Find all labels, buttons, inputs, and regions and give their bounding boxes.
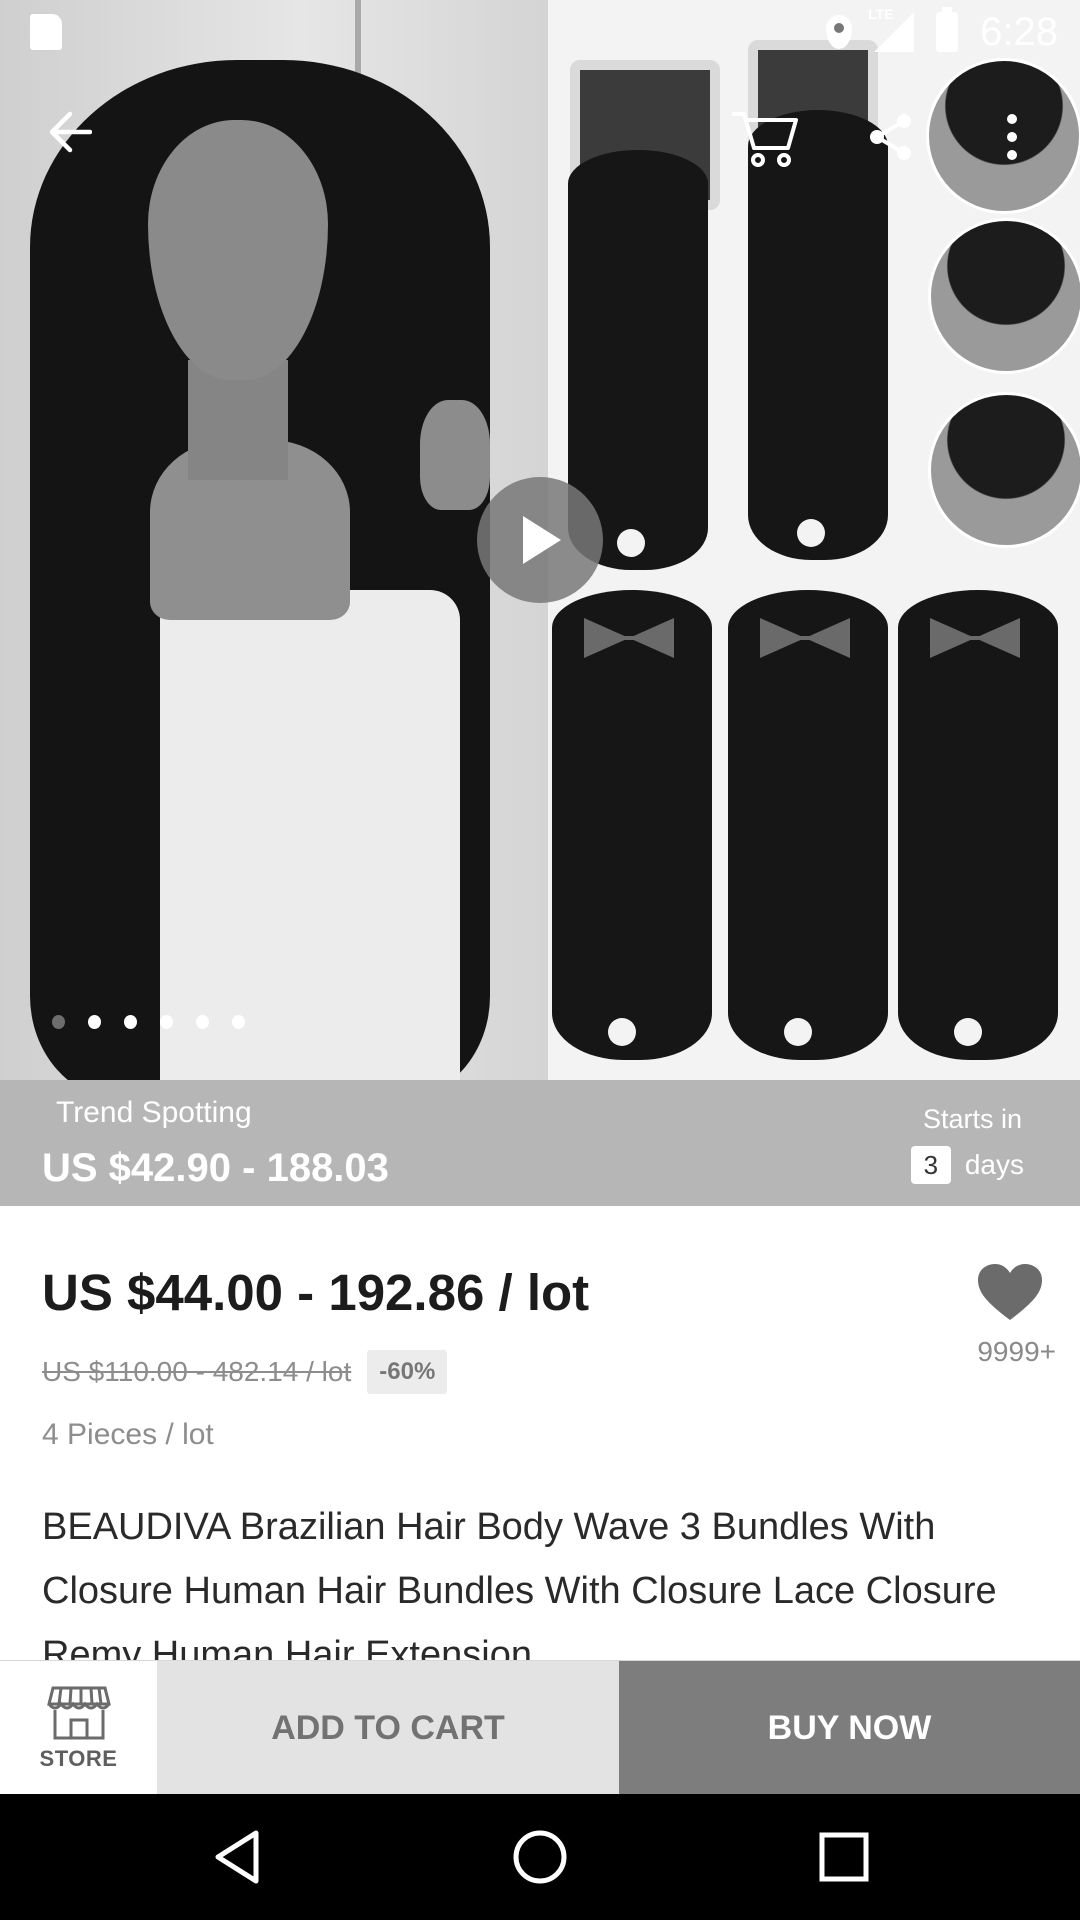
days-label: days [964, 1149, 1024, 1180]
model-top [160, 590, 460, 1080]
page-dot[interactable] [88, 1015, 101, 1029]
page-dot[interactable] [196, 1015, 209, 1029]
trend-label: Trend Spotting [56, 1096, 252, 1129]
model-hand [420, 400, 490, 510]
wishlist-count: 9999+ [977, 1336, 1056, 1367]
system-nav-bar [0, 1794, 1080, 1920]
status-bar: LTE 6:28 [0, 0, 1080, 64]
clock: 6:28 [980, 9, 1058, 54]
buy-now-button[interactable]: BUY NOW [619, 1661, 1080, 1795]
location-icon [826, 15, 853, 49]
cart-icon[interactable] [730, 108, 800, 168]
page-dot[interactable] [232, 1015, 245, 1029]
back-arrow-icon[interactable] [48, 110, 92, 154]
page-dot[interactable] [160, 1015, 173, 1029]
page-dot[interactable] [52, 1015, 65, 1029]
original-price: US $110.00 - 482.14 / lot [42, 1356, 352, 1387]
play-icon [523, 516, 561, 564]
hair-bundle [898, 590, 1058, 1060]
share-icon[interactable] [868, 112, 914, 162]
gallery-pagination [52, 1006, 320, 1038]
purchase-action-bar: STORE ADD TO CART BUY NOW [0, 1660, 1080, 1795]
model-photo [0, 0, 548, 1080]
product-image-gallery[interactable]: LTE 6:28 [0, 0, 1080, 1080]
nav-home-icon[interactable] [510, 1827, 570, 1887]
product-price: US $44.00 - 192.86 / lot [42, 1264, 590, 1321]
detail-thumb [928, 392, 1080, 548]
network-type: LTE [868, 6, 894, 22]
starts-in-label: Starts in [922, 1104, 1022, 1134]
hair-bundle [552, 590, 712, 1060]
hair-bundle [728, 590, 888, 1060]
more-vert-icon[interactable] [1002, 112, 1022, 162]
unit-info: 4 Pieces / lot [42, 1418, 214, 1451]
closure-hair-piece [748, 110, 888, 560]
countdown: 3 days [910, 1146, 1024, 1184]
original-price-row: US $110.00 - 482.14 / lot -60% [42, 1350, 448, 1394]
signal-icon: LTE [868, 6, 915, 52]
sd-card-icon [30, 14, 62, 50]
store-label: STORE [39, 1746, 118, 1771]
add-to-cart-button[interactable]: ADD TO CART [157, 1661, 619, 1795]
store-icon [46, 1686, 111, 1740]
heart-icon[interactable] [976, 1262, 1044, 1322]
product-title: BEAUDIVA Brazilian Hair Body Wave 3 Bund… [42, 1506, 997, 1660]
page-dot[interactable] [124, 1015, 137, 1029]
days-count: 3 [910, 1146, 951, 1184]
product-photo [548, 0, 1080, 1080]
discount-badge: -60% [367, 1350, 448, 1394]
trend-spotting-banner[interactable]: Trend Spotting US $42.90 - 188.03 Starts… [0, 1080, 1080, 1206]
store-button[interactable]: STORE [0, 1661, 157, 1795]
detail-thumb [928, 218, 1080, 374]
play-video-button[interactable] [477, 477, 603, 603]
nav-recents-icon[interactable] [814, 1827, 874, 1887]
trend-price: US $42.90 - 188.03 [42, 1146, 389, 1190]
nav-back-icon[interactable] [208, 1827, 268, 1887]
battery-icon [936, 7, 959, 52]
